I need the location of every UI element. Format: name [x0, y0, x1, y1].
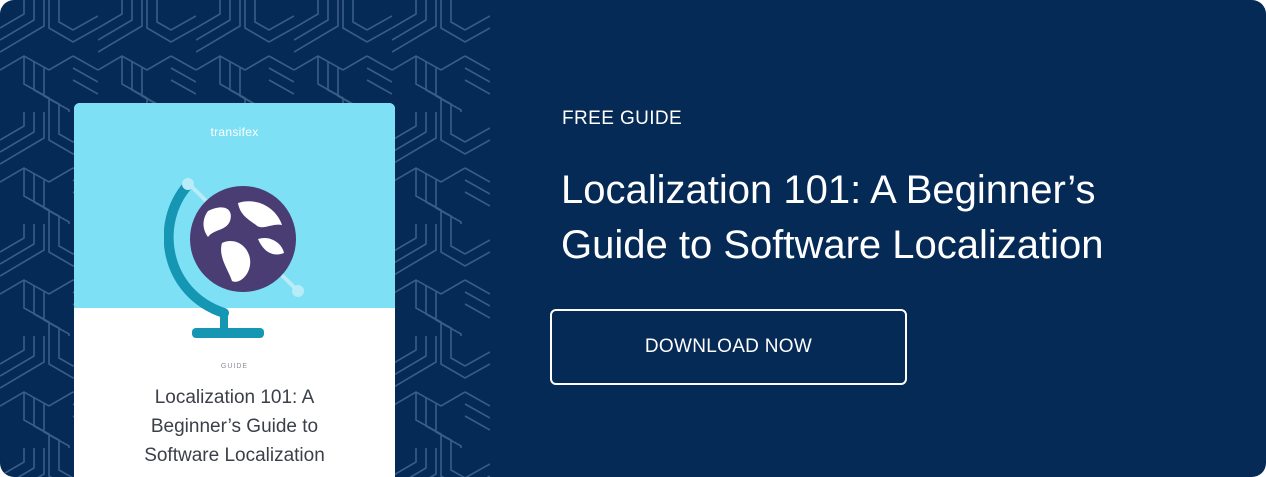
book-title: Localization 101: A Beginner’s Guide to … [94, 383, 375, 470]
globe-icon [164, 178, 304, 338]
book-title-line: Localization 101: A [154, 387, 315, 408]
eyebrow-text: FREE GUIDE [562, 108, 683, 129]
promo-banner: transifex GUIDE Localization 101: A Begi… [0, 0, 1266, 477]
brand-logo: transifex [210, 125, 259, 139]
book-title-line: Software Localization [144, 445, 325, 466]
headline-line: Guide to Software Localization [561, 223, 1104, 267]
book-label: GUIDE [220, 363, 249, 370]
headline-line: Localization 101: A Beginner’s [561, 168, 1096, 212]
download-now-button[interactable]: DOWNLOAD NOW [550, 309, 907, 385]
headline: Localization 101: A Beginner’s Guide to … [561, 163, 1241, 273]
book-title-line: Beginner’s Guide to [150, 416, 319, 437]
cover-art: transifex [74, 103, 395, 338]
guide-book-cover: transifex GUIDE Localization 101: A Begi… [74, 103, 395, 477]
